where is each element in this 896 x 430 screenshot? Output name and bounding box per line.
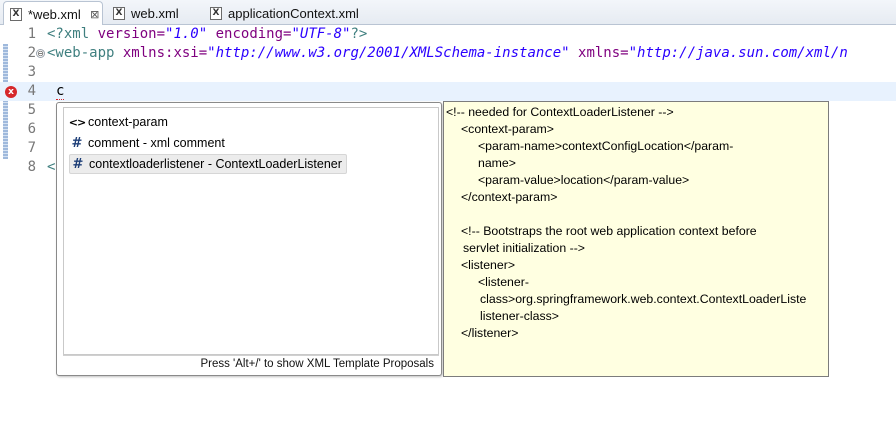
- tab-label: applicationContext.xml: [228, 5, 359, 21]
- info-line: <listener-: [478, 275, 529, 289]
- line-number: 7: [27, 140, 36, 156]
- info-line: <listener>: [461, 258, 516, 272]
- proposal-label: comment - xml comment: [88, 136, 225, 150]
- line-number: 5: [27, 102, 36, 118]
- info-line: <param-name>contextConfigLocation</param…: [478, 139, 734, 153]
- info-line: servlet initialization -->: [463, 241, 585, 255]
- proposal-list[interactable]: <> context-param # comment - xml comment…: [63, 107, 439, 355]
- line-number: 4: [27, 83, 36, 99]
- info-line: <!-- needed for ContextLoaderListener --…: [446, 105, 674, 119]
- code-text: <?xml version="1.0" encoding="UTF-8"?>: [47, 26, 368, 42]
- info-line: class>org.springframework.web.context.Co…: [480, 292, 807, 306]
- editor-tab-bar: X *web.xml ⊠ X web.xml X applicationCont…: [0, 0, 896, 26]
- code-text: <web-app xmlns:xsi="http://www.w3.org/20…: [47, 45, 848, 61]
- content-assist-popup[interactable]: <> context-param # comment - xml comment…: [56, 102, 442, 376]
- info-line: <context-param>: [461, 122, 554, 136]
- tab-application-context-xml[interactable]: X applicationContext.xml: [204, 1, 384, 25]
- info-line: </context-param>: [461, 190, 558, 204]
- info-line: <param-value>location</param-value>: [478, 173, 690, 187]
- proposal-comment[interactable]: # comment - xml comment: [69, 133, 229, 153]
- close-icon[interactable]: ⊠: [89, 8, 101, 21]
- proposal-label: context-param: [88, 115, 168, 129]
- code-line-1[interactable]: 1 <?xml version="1.0" encoding="UTF-8"?>: [0, 25, 896, 44]
- fold-collapse-icon[interactable]: ⊖: [36, 49, 45, 58]
- proposal-context-param[interactable]: <> context-param: [69, 112, 172, 132]
- template-proposal-icon: #: [72, 156, 84, 172]
- info-line: <!-- Bootstraps the root web application…: [461, 224, 757, 238]
- tab-web-xml-modified[interactable]: X *web.xml ⊠: [3, 1, 103, 26]
- line-number: 6: [27, 121, 36, 137]
- tab-label: *web.xml: [28, 6, 81, 22]
- line-number: 2: [27, 45, 36, 61]
- divider: [63, 355, 439, 356]
- code-line-2[interactable]: 2 ⊖ <web-app xmlns:xsi="http://www.w3.or…: [0, 44, 896, 63]
- proposal-info-popup: <!-- needed for ContextLoaderListener --…: [443, 101, 829, 377]
- info-line: listener-class>: [480, 309, 559, 323]
- xml-file-icon: X: [10, 7, 22, 21]
- xml-file-icon: X: [113, 6, 125, 20]
- line-number: 3: [27, 64, 36, 80]
- template-proposal-icon: #: [71, 135, 83, 151]
- code-line-4-current[interactable]: 4 c: [0, 82, 896, 101]
- typed-text: c: [56, 83, 65, 100]
- line-number: 8: [27, 159, 36, 175]
- xml-file-icon: X: [210, 6, 222, 20]
- assist-status-text[interactable]: Press 'Alt+/' to show XML Template Propo…: [200, 358, 434, 370]
- tab-web-xml[interactable]: X web.xml: [107, 1, 203, 25]
- info-line: name>: [478, 156, 516, 170]
- tab-label: web.xml: [131, 5, 179, 21]
- proposal-label: contextloaderlistener - ContextLoaderLis…: [89, 157, 342, 171]
- proposal-contextloaderlistener[interactable]: # contextloaderlistener - ContextLoaderL…: [69, 154, 347, 174]
- tag-proposal-icon: <>: [68, 115, 86, 129]
- code-line-3[interactable]: 3: [0, 63, 896, 82]
- info-line: </listener>: [461, 326, 519, 340]
- code-text: <: [47, 159, 56, 175]
- line-number: 1: [27, 26, 36, 42]
- error-icon[interactable]: x: [5, 86, 17, 98]
